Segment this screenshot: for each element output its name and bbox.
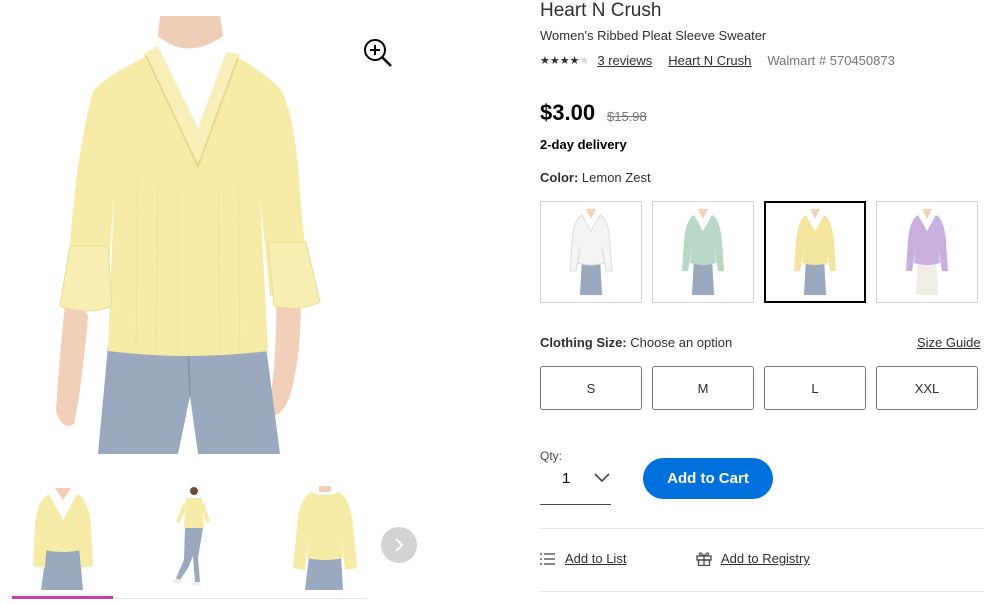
current-price: $3.00 (540, 100, 596, 125)
chevron-right-icon (395, 538, 404, 552)
rating-row: ★ ★ ★ ★ ★ 3 reviews Heart N Crush Walmar… (540, 53, 895, 68)
star-icon: ★ (559, 55, 570, 67)
size-label: Clothing Size: Choose an option (540, 335, 732, 350)
star-empty-icon: ★ (579, 55, 590, 67)
color-swatch-white[interactable] (540, 201, 642, 303)
quantity-value: 1 (562, 470, 571, 487)
list-icon (540, 552, 555, 565)
star-rating: ★ ★ ★ ★ ★ (540, 54, 589, 67)
size-label-title: Clothing Size: (540, 335, 627, 350)
divider (540, 528, 984, 529)
brand-heading: Heart N Crush (540, 0, 662, 21)
thumbnail-3[interactable] (289, 486, 361, 590)
star-icon: ★ (549, 55, 560, 67)
quantity-label: Qty: (540, 449, 563, 463)
size-guide-link[interactable]: Size Guide (917, 335, 981, 350)
star-icon: ★ (540, 55, 550, 67)
add-to-cart-button[interactable]: Add to Cart (643, 458, 773, 499)
product-title: Women's Ribbed Pleat Sleeve Sweater (540, 28, 767, 43)
size-prompt: Choose an option (630, 335, 733, 350)
quantity-select[interactable]: 1 (540, 464, 611, 505)
add-to-list-button[interactable]: Add to List (540, 551, 626, 566)
next-image-button[interactable] (381, 527, 417, 563)
zoom-in-icon[interactable] (362, 37, 394, 69)
star-icon: ★ (569, 55, 580, 67)
color-swatch-mint[interactable] (652, 201, 754, 303)
walmart-id: Walmart # 570450873 (767, 53, 895, 68)
chevron-down-icon (594, 473, 610, 483)
size-option-l[interactable]: L (764, 366, 866, 410)
thumbnail-2[interactable] (158, 486, 230, 590)
size-option-m[interactable]: M (652, 366, 754, 410)
delivery-info: 2-day delivery (540, 137, 627, 152)
add-to-registry-button[interactable]: Add to Registry (696, 551, 810, 566)
add-to-registry-label: Add to Registry (721, 551, 810, 566)
reviews-link[interactable]: 3 reviews (597, 53, 652, 68)
color-label: Color: Lemon Zest (540, 170, 651, 185)
color-label-title: Color: (540, 170, 579, 185)
thumbnail-1[interactable] (27, 486, 99, 590)
size-option-xxl[interactable]: XXL (876, 366, 978, 410)
main-product-image (48, 16, 324, 454)
size-option-s[interactable]: S (540, 366, 642, 410)
divider (540, 591, 984, 592)
thumbnail-active-indicator (12, 596, 113, 599)
color-swatch-lavender[interactable] (876, 201, 978, 303)
color-selected-value: Lemon Zest (581, 170, 651, 185)
brand-link[interactable]: Heart N Crush (668, 53, 751, 68)
was-price: $15.98 (607, 109, 647, 124)
color-swatch-lemon-zest[interactable] (764, 201, 866, 303)
gift-icon (696, 552, 712, 566)
add-to-list-label: Add to List (565, 551, 627, 566)
